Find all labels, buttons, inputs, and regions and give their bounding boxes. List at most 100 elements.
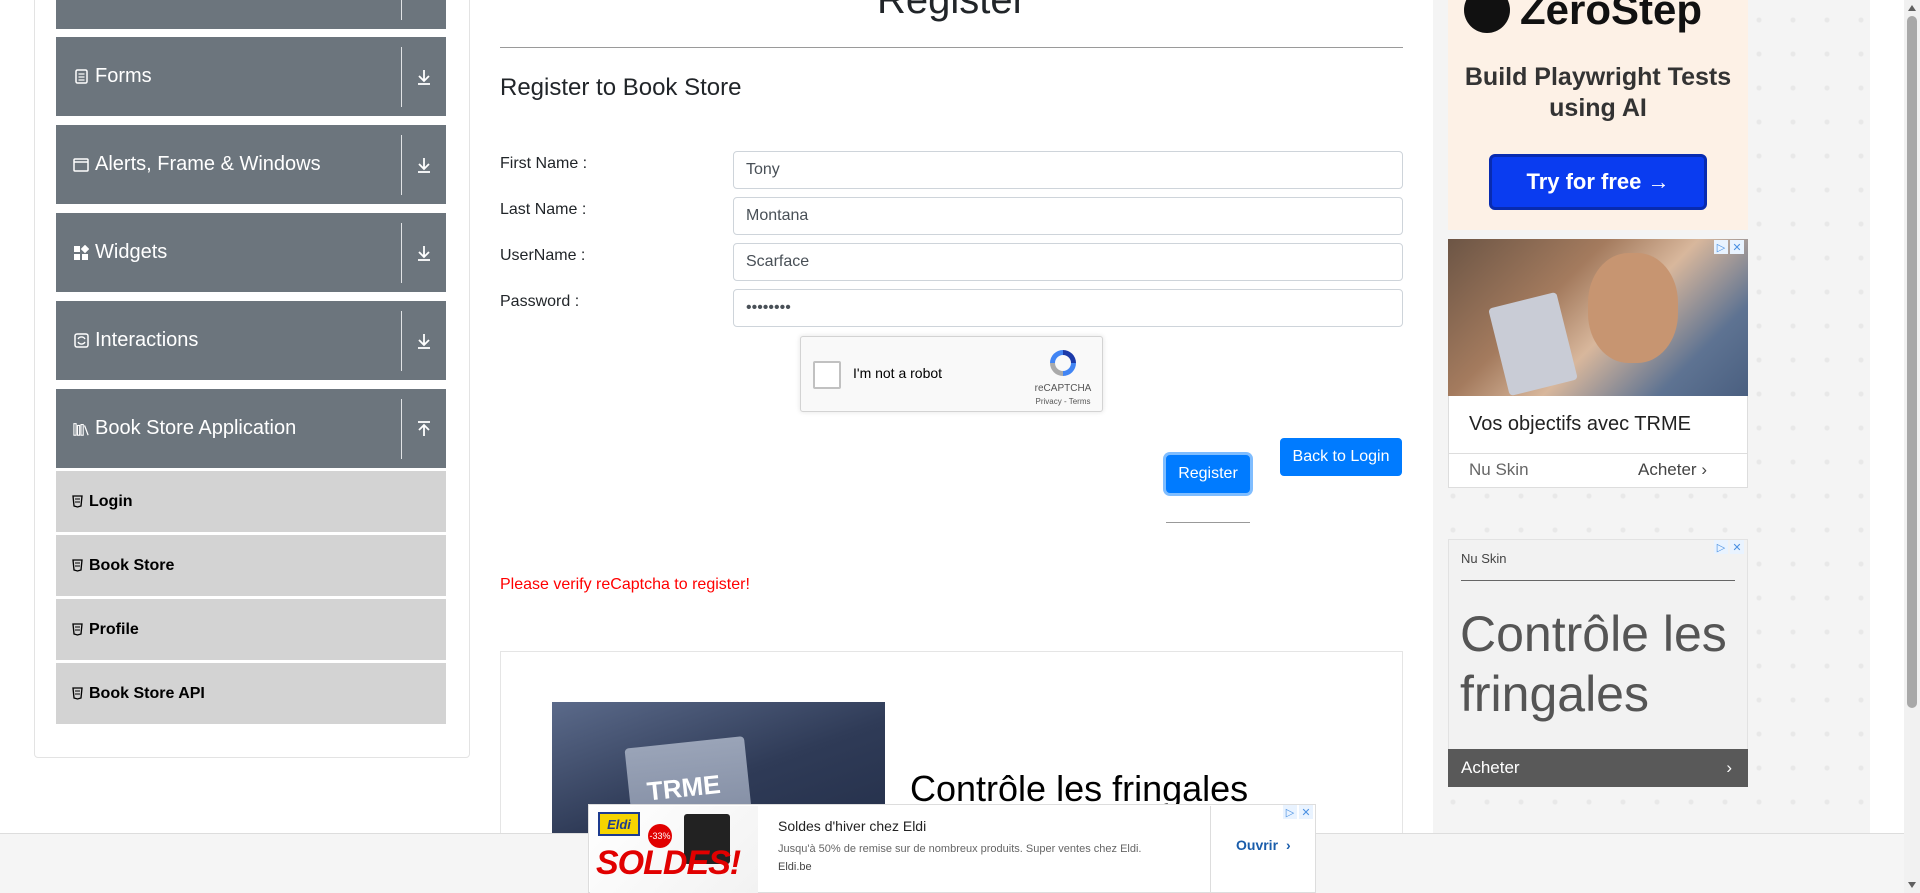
divider — [401, 222, 402, 283]
sidebar-item-profile[interactable]: Profile — [56, 599, 446, 660]
recaptcha-brand: reCAPTCHA — [1034, 383, 1092, 394]
ad-info-icon[interactable]: ▷ — [1714, 240, 1728, 254]
page-header: Register — [877, 0, 1026, 22]
username-input[interactable] — [733, 243, 1403, 281]
ad-close-icon[interactable]: ✕ — [1730, 540, 1744, 554]
divider — [1461, 580, 1735, 581]
eldi-ad-description: Jusqu'à 50% de remise sur de nombreux pr… — [778, 843, 1142, 855]
recaptcha-checkbox[interactable] — [813, 361, 841, 389]
zerostep-logo: ZeroStep — [1464, 0, 1702, 34]
widgets-icon — [73, 244, 89, 261]
cta-label: Ouvrir — [1236, 837, 1279, 853]
divider — [401, 0, 402, 20]
sidebar-item-label: Book Store — [89, 556, 175, 574]
ad-info-icon[interactable]: ▷ — [1283, 805, 1297, 819]
chevron-right-icon: › — [1286, 837, 1291, 853]
scroll-up-icon[interactable] — [1904, 0, 1920, 16]
password-label: Password : — [500, 293, 580, 310]
cta-label: Acheter — [1638, 460, 1697, 479]
sidebar-item-label: Login — [89, 492, 133, 510]
zerostep-logo-text: ZeroStep — [1520, 0, 1703, 33]
divider — [500, 47, 1403, 48]
recaptcha-links[interactable]: Privacy - Terms — [1031, 397, 1095, 406]
download-arrow-icon[interactable] — [402, 213, 446, 292]
divider — [1166, 522, 1250, 523]
captcha-error-message: Please verify reCaptcha to register! — [500, 576, 750, 593]
product-pack — [1488, 291, 1578, 396]
page-title: Register to Book Store — [500, 74, 742, 101]
window-icon — [73, 157, 89, 173]
html5-icon — [71, 559, 83, 573]
eldi-open-button[interactable]: Ouvrir › — [1236, 837, 1291, 853]
chevron-right-icon: › — [1701, 460, 1707, 479]
sidebar-group-label: Alerts, Frame & Windows — [95, 153, 321, 175]
recaptcha-logo-icon — [1047, 347, 1079, 379]
expand-arrow-icon — [402, 0, 446, 29]
model-face — [1588, 253, 1678, 363]
eldi-ad-image[interactable]: Eldi -33% SOLDES! — [590, 806, 758, 893]
form-icon — [73, 69, 89, 85]
eldi-logo: Eldi — [598, 812, 640, 836]
first-name-label: First Name : — [500, 155, 588, 172]
divider — [1210, 806, 1211, 893]
sidebar-group-widgets[interactable]: Widgets — [56, 213, 446, 292]
trme-ad-title[interactable]: Vos objectifs avec TRME — [1469, 413, 1691, 436]
zerostep-subtitle: Build Playwright Tests using AI — [1464, 63, 1732, 122]
html5-icon — [71, 623, 83, 637]
cta-label: Acheter — [1461, 758, 1520, 777]
sidebar-group-interactions[interactable]: Interactions — [56, 301, 446, 380]
ad-info-icon[interactable]: ▷ — [1714, 540, 1728, 554]
download-arrow-icon[interactable] — [402, 125, 446, 204]
sidebar-group-book-store-application[interactable]: Book Store Application — [56, 389, 446, 468]
back-to-login-button[interactable]: Back to Login — [1280, 438, 1402, 476]
try-for-free-button[interactable]: Try for free → — [1489, 154, 1707, 210]
html5-icon — [71, 687, 83, 701]
password-input[interactable] — [733, 289, 1403, 327]
chevron-right-icon: › — [1726, 758, 1732, 777]
eldi-ad-url: Eldi.be — [778, 861, 812, 873]
sidebar-item-label: Book Store API — [89, 684, 205, 702]
sidebar-item-book-store[interactable]: Book Store — [56, 535, 446, 596]
interactions-icon — [73, 333, 89, 349]
upload-arrow-icon[interactable] — [402, 389, 446, 468]
divider — [401, 310, 402, 371]
page-gutter — [1870, 0, 1904, 893]
ad-close-icon[interactable]: ✕ — [1730, 240, 1744, 254]
recaptcha-label: I'm not a robot — [853, 365, 943, 381]
sidebar-group-alerts[interactable]: Alerts, Frame & Windows — [56, 125, 446, 204]
sidebar-group-previous[interactable] — [56, 0, 446, 29]
download-arrow-icon[interactable] — [402, 301, 446, 380]
trme-ad-image[interactable] — [1448, 239, 1748, 396]
sidebar-group-forms[interactable]: Forms — [56, 37, 446, 116]
ad-choices[interactable]: ▷ ✕ — [1714, 240, 1746, 254]
sidebar-group-label: Forms — [95, 65, 152, 87]
last-name-label: Last Name : — [500, 201, 587, 218]
sidebar-item-book-store-api[interactable]: Book Store API — [56, 663, 446, 724]
sidebar-item-label: Profile — [89, 620, 139, 638]
ad-choices[interactable]: ▷ ✕ — [1283, 805, 1315, 819]
sidebar-group-label: Widgets — [95, 241, 168, 263]
sidebar-group-label: Book Store Application — [95, 417, 297, 439]
divider — [401, 398, 402, 459]
nuskin-ad-cta[interactable]: Acheter › — [1448, 749, 1748, 787]
zerostep-logo-icon — [1464, 0, 1510, 33]
last-name-input[interactable] — [733, 197, 1403, 235]
page: Forms Alerts, Frame & Windows Widgets In… — [0, 0, 1920, 893]
scrollbar-thumb[interactable] — [1907, 16, 1917, 708]
nuskin-ad-title[interactable]: Contrôle les fringales — [1460, 604, 1745, 724]
scroll-down-icon[interactable] — [1904, 877, 1920, 893]
divider — [401, 46, 402, 107]
soldes-headline: SOLDES! — [596, 844, 741, 882]
ad-close-icon[interactable]: ✕ — [1299, 805, 1313, 819]
trme-ad-cta[interactable]: Acheter › — [1638, 460, 1707, 480]
ad-choices[interactable]: ▷ ✕ — [1714, 540, 1746, 554]
register-button[interactable]: Register — [1166, 455, 1250, 493]
nuskin-ad-brand: Nu Skin — [1461, 551, 1507, 566]
recaptcha-widget: I'm not a robot reCAPTCHA Privacy - Term… — [800, 336, 1103, 412]
download-arrow-icon[interactable] — [402, 37, 446, 116]
sidebar-item-login[interactable]: Login — [56, 471, 446, 532]
first-name-input[interactable] — [733, 151, 1403, 189]
username-label: UserName : — [500, 247, 586, 264]
eldi-ad-title[interactable]: Soldes d'hiver chez Eldi — [778, 818, 926, 834]
trme-ad-brand: Nu Skin — [1469, 460, 1529, 479]
